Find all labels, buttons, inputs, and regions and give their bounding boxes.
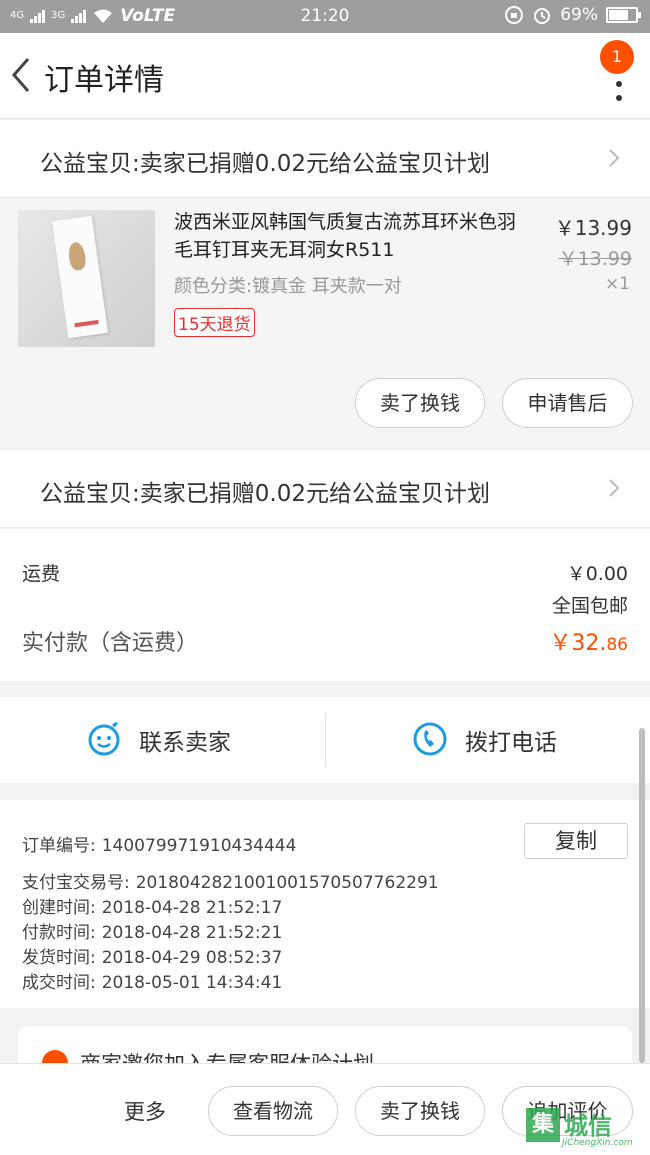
charity-text-2: 公益宝贝:卖家已捐赠0.02元给公益宝贝计划 (40, 481, 490, 507)
phone-icon (413, 722, 447, 756)
info-value: 2018-05-01 14:34:41 (101, 973, 283, 993)
info-key: 发货时间: (22, 948, 96, 968)
product-name[interactable]: 波西米亚风韩国气质复古流苏耳环米色羽毛耳钉耳夹无耳洞女R511 (174, 208, 524, 264)
watermark-text: 城信 (564, 1112, 612, 1140)
charity-text: 公益宝贝:卖家已捐赠0.02元给公益宝贝计划 (40, 151, 490, 177)
created-time-row: 创建时间: 2018-04-28 21:52:17 (22, 893, 282, 918)
product-image[interactable] (18, 210, 155, 347)
watermark-url: JiChengXin.com (562, 1138, 633, 1148)
shipped-time-row: 发货时间: 2018-04-29 08:52:37 (22, 943, 282, 968)
total-label: 实付款（含运费） (22, 631, 199, 656)
completed-time-row: 成交时间: 2018-05-01 14:34:41 (22, 968, 282, 993)
contact-bar: 联系卖家 拨打电话 (0, 697, 650, 783)
chevron-right-icon (609, 479, 620, 497)
product-sku: 颜色分类:镀真金 耳夹款一对 (174, 276, 402, 297)
chat-face-icon (88, 721, 120, 756)
total-amount-main: ￥32. (549, 631, 607, 656)
order-number-row: 订单编号: 140079971910434444 (22, 831, 296, 856)
product-price: ￥13.99 (554, 216, 632, 240)
contact-seller-button[interactable]: 联系卖家 (0, 697, 325, 783)
scrollbar[interactable] (639, 728, 645, 1063)
info-key: 支付宝交易号: (22, 873, 130, 893)
product-item[interactable]: 波西米亚风韩国气质复古流苏耳环米色羽毛耳钉耳夹无耳洞女R511 颜色分类:镀真金… (0, 198, 650, 448)
copy-button[interactable]: 复制 (524, 823, 628, 859)
status-bar: 4G 3G VoLTE 21:20 69% (0, 0, 650, 33)
info-value: 2018042821001001570507762291 (135, 873, 439, 893)
rotation-lock-icon (505, 6, 524, 24)
total-amount: ￥32.86 (549, 625, 628, 657)
info-value: 2018-04-28 21:52:21 (101, 923, 283, 943)
notification-badge: 1 (600, 40, 634, 74)
product-original-price: ￥13.99 (558, 248, 632, 270)
sell-for-cash-button-bottom[interactable]: 卖了换钱 (355, 1086, 485, 1136)
back-icon[interactable] (8, 55, 36, 95)
page-title: 订单详情 (44, 63, 164, 98)
product-quantity: ×1 (604, 274, 630, 294)
info-key: 付款时间: (22, 923, 96, 943)
order-info: 订单编号: 140079971910434444 复制 支付宝交易号: 201804… (0, 800, 650, 1008)
shipping-value: ￥0.00 (566, 563, 628, 585)
info-key: 创建时间: (22, 898, 96, 918)
alipay-trade-row: 支付宝交易号: 2018042821001001570507762291 (22, 868, 439, 893)
after-sales-button[interactable]: 申请售后 (502, 378, 633, 428)
contact-seller-label: 联系卖家 (139, 730, 231, 756)
paid-time-row: 付款时间: 2018-04-28 21:52:21 (22, 918, 282, 943)
sell-for-cash-button[interactable]: 卖了换钱 (355, 378, 485, 428)
charity-row-2[interactable]: 公益宝贝:卖家已捐赠0.02元给公益宝贝计划 (0, 450, 650, 528)
battery-percent: 69% (560, 5, 598, 25)
charity-row[interactable]: 公益宝贝:卖家已捐赠0.02元给公益宝贝计划 (0, 120, 650, 198)
payment-summary: 运费 ￥0.00 全国包邮 实付款（含运费） ￥32.86 (0, 529, 650, 681)
view-logistics-button[interactable]: 查看物流 (208, 1086, 338, 1136)
info-value: 2018-04-28 21:52:17 (101, 898, 283, 918)
call-phone-button[interactable]: 拨打电话 (326, 697, 650, 783)
alarm-icon (534, 8, 551, 24)
info-value: 2018-04-29 08:52:37 (101, 948, 283, 968)
battery-icon (606, 7, 641, 23)
info-key: 订单编号: (22, 836, 96, 856)
call-phone-label: 拨打电话 (465, 730, 557, 756)
info-value[interactable]: 140079971910434444 (102, 836, 297, 856)
header: 订单详情 1 (0, 33, 650, 119)
return-policy-tag: 15天退货 (174, 308, 255, 337)
watermark-mark-icon: 集 (526, 1108, 560, 1142)
shipping-note: 全国包邮 (551, 595, 628, 617)
chevron-right-icon (609, 149, 620, 167)
info-key: 成交时间: (22, 973, 96, 993)
shipping-label: 运费 (22, 563, 61, 585)
total-amount-cents: 86 (606, 635, 628, 655)
more-button[interactable]: 更多 (124, 1096, 166, 1126)
watermark-logo: 集 城信 JiChengXin.com (526, 1104, 644, 1150)
